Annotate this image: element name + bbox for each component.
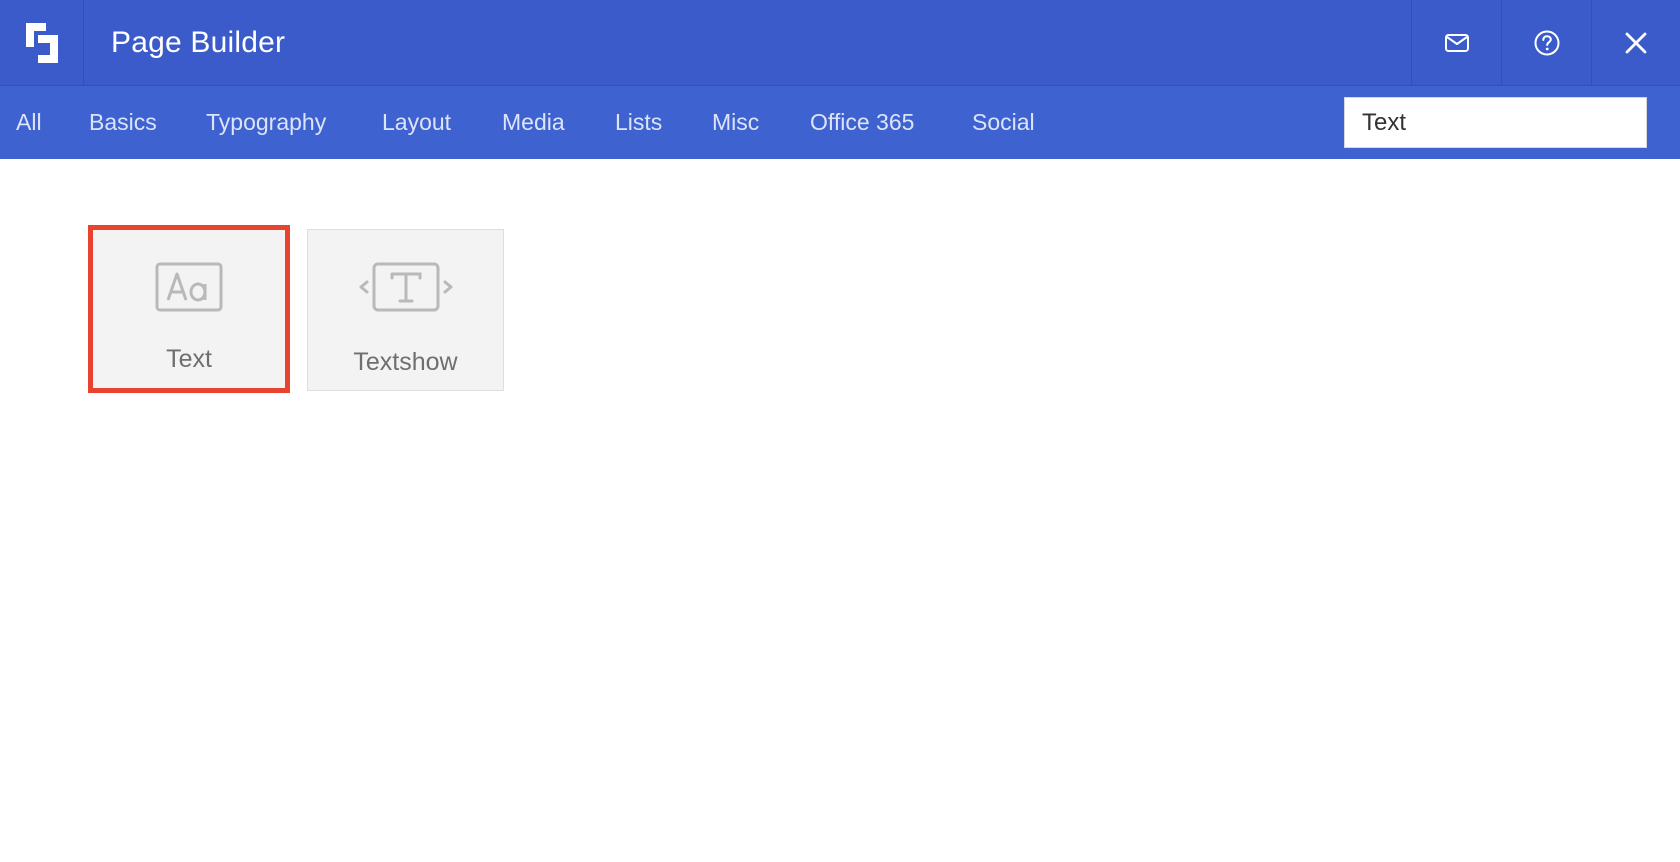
- mail-icon: [1444, 34, 1469, 52]
- page-builder-window: Page Builder All Basics Typography Layou…: [0, 0, 1680, 862]
- category-typography[interactable]: Typography: [206, 109, 326, 136]
- logo: [0, 0, 84, 86]
- header-bar: Page Builder: [0, 0, 1680, 86]
- module-label: Text: [166, 345, 212, 373]
- help-icon: [1534, 30, 1559, 56]
- close-icon: [1625, 32, 1647, 54]
- module-label: Textshow: [353, 348, 458, 376]
- close-button[interactable]: [1591, 0, 1680, 86]
- search-input[interactable]: [1344, 97, 1647, 148]
- category-lists[interactable]: Lists: [615, 109, 662, 136]
- textshow-icon: [359, 262, 452, 312]
- category-social[interactable]: Social: [972, 109, 1035, 136]
- category-bar: All Basics Typography Layout Media Lists…: [0, 86, 1680, 159]
- text-aa-icon: [155, 262, 223, 312]
- category-all[interactable]: All: [16, 109, 42, 136]
- category-misc[interactable]: Misc: [712, 109, 759, 136]
- module-tile-textshow[interactable]: Textshow: [307, 229, 504, 391]
- page-builder-logo-icon: [25, 22, 58, 63]
- category-basics[interactable]: Basics: [89, 109, 157, 136]
- category-office-365[interactable]: Office 365: [810, 109, 914, 136]
- app-title: Page Builder: [111, 25, 286, 59]
- module-tile-text[interactable]: Text: [88, 225, 290, 393]
- category-media[interactable]: Media: [502, 109, 565, 136]
- header-actions: [1411, 0, 1680, 86]
- mail-button[interactable]: [1411, 0, 1501, 86]
- category-layout[interactable]: Layout: [382, 109, 451, 136]
- help-button[interactable]: [1501, 0, 1591, 86]
